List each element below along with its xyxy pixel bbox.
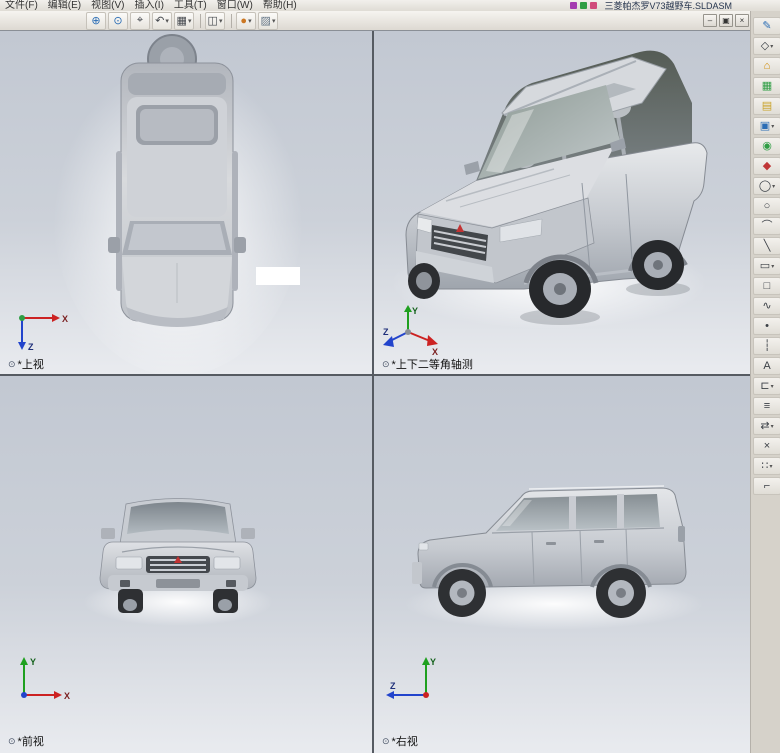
- menu-item-4[interactable]: 工具(T): [169, 0, 212, 11]
- dropdown-arrow-icon[interactable]: ▾: [165, 17, 169, 25]
- view-toolbar: ⊕ ⊙ ⌖ ↶ ▾ ▦ ▾ ◫ ▾ ● ▾ ▨ ▾: [0, 11, 750, 31]
- axis-label-y: Y: [430, 657, 436, 667]
- minimize-button[interactable]: –: [703, 14, 717, 27]
- view-camera-icon: ⊙: [382, 735, 390, 746]
- axis-label-z: Z: [390, 681, 396, 691]
- linear-pattern-icon[interactable]: ∷ ▾: [753, 457, 780, 475]
- menubar-mini-icon-2[interactable]: [580, 2, 588, 9]
- circle-icon[interactable]: ○: [753, 197, 780, 215]
- mirror-entities-icon[interactable]: ⇄ ▾: [753, 417, 780, 435]
- menu-items: 文件(F) 编辑(E) 视图(V) 插入(I) 工具(T) 窗口(W) 帮助(H): [0, 0, 302, 11]
- dropdown-arrow-icon[interactable]: ▾: [219, 17, 223, 25]
- sketch-tools-sidebar: ✎ ◇ ▾ ⌂ ▦ ▤ ▣ ▾ ◉ ◆ ◯ ▾ ○ ⌒ ╲ ▭ ▾ □ ∿ • ┆ A ⊏ ▾ ≡ ⇄ ▾ × ∷ ▾ ⌐: [750, 11, 780, 753]
- axis-label-x: X: [62, 314, 68, 324]
- polygon-icon[interactable]: □: [753, 277, 780, 295]
- globe-icon[interactable]: ◉: [753, 137, 780, 155]
- ellipse-icon[interactable]: ◯ ▾: [753, 177, 780, 195]
- viewport-icon[interactable]: ▣ ▾: [753, 117, 780, 135]
- dropdown-arrow-icon[interactable]: ▾: [771, 263, 774, 270]
- dropdown-arrow-icon[interactable]: ▾: [770, 43, 773, 50]
- menu-item-3[interactable]: 插入(I): [129, 0, 168, 11]
- text-icon[interactable]: A: [753, 357, 780, 375]
- orientation-triad: X Z: [18, 314, 68, 352]
- toolbar-separator: [231, 13, 232, 28]
- view-camera-icon: ⊙: [8, 358, 16, 369]
- viewport-splitter-horizontal[interactable]: [0, 374, 750, 376]
- view-name: *前视: [17, 736, 44, 748]
- viewport-splitter-vertical[interactable]: [372, 31, 374, 753]
- standard-views-icon[interactable]: ⌂: [753, 57, 780, 75]
- line-icon[interactable]: ╲: [753, 237, 780, 255]
- view-name: *右视: [391, 736, 418, 748]
- trim-entities-icon[interactable]: ×: [753, 437, 780, 455]
- dropdown-arrow-icon[interactable]: ▾: [769, 463, 772, 470]
- zoom-fit-icon[interactable]: ⊙: [108, 11, 128, 30]
- sketch-icon[interactable]: ✎: [753, 17, 780, 35]
- zoom-in-icon[interactable]: ⊕: [86, 11, 106, 30]
- viewport-top-view[interactable]: X Z ⊙ *上视: [0, 31, 372, 374]
- menu-item-6[interactable]: 帮助(H): [258, 0, 302, 11]
- appearance-icon[interactable]: ● ▾: [236, 11, 256, 30]
- orientation-triad: Y X: [20, 657, 70, 701]
- solidworks-window: 文件(F) 编辑(E) 视图(V) 插入(I) 工具(T) 窗口(W) 帮助(H) 三菱帕杰…: [0, 0, 780, 753]
- menubar-right-cluster: 三菱帕杰罗V73越野车.SLDASM: [570, 1, 732, 11]
- axis-label-y: Y: [30, 657, 36, 667]
- markup-icon[interactable]: ◆: [753, 157, 780, 175]
- axis-label-x: X: [432, 347, 438, 356]
- rectangle-icon[interactable]: ▭ ▾: [753, 257, 780, 275]
- orientation-triad: Y Z: [386, 657, 436, 699]
- dropdown-arrow-icon[interactable]: ▾: [272, 17, 276, 25]
- fillet-icon[interactable]: ⌐: [753, 477, 780, 495]
- view-camera-icon: ⊙: [8, 735, 16, 746]
- grid-system-icon[interactable]: ▦: [753, 77, 780, 95]
- dropdown-arrow-icon[interactable]: ▾: [248, 17, 252, 25]
- convert-entities-icon[interactable]: ⊏ ▾: [753, 377, 780, 395]
- axis-label-z: Z: [28, 342, 34, 352]
- smart-dimension-icon[interactable]: ◇ ▾: [753, 37, 780, 55]
- axis-label-y: Y: [412, 306, 418, 316]
- offset-entities-icon[interactable]: ≡: [753, 397, 780, 415]
- spline-icon[interactable]: ∿: [753, 297, 780, 315]
- restore-button[interactable]: ▣: [719, 14, 733, 27]
- view-label: ⊙ *右视: [382, 733, 418, 749]
- point-icon[interactable]: •: [753, 317, 780, 335]
- scene-icon[interactable]: ▨ ▾: [258, 11, 278, 30]
- menu-item-1[interactable]: 编辑(E): [43, 0, 86, 11]
- dropdown-arrow-icon[interactable]: ▾: [771, 123, 774, 130]
- arc-icon[interactable]: ⌒: [753, 217, 780, 235]
- menu-item-2[interactable]: 视图(V): [86, 0, 129, 11]
- toolbar-separator: [200, 13, 201, 28]
- axis-label-z: Z: [383, 327, 389, 337]
- toolbar-icons: ⊕ ⊙ ⌖ ↶ ▾ ▦ ▾ ◫ ▾ ● ▾ ▨ ▾: [86, 11, 280, 30]
- dropdown-arrow-icon[interactable]: ▾: [771, 423, 774, 430]
- window-controls: – ▣ ×: [703, 14, 749, 27]
- viewport-layout-icon[interactable]: ▦ ▾: [174, 11, 194, 30]
- centerline-icon[interactable]: ┆: [753, 337, 780, 355]
- viewport-right-view[interactable]: Y Z ⊙ *右视: [374, 376, 750, 753]
- display-style-icon[interactable]: ◫ ▾: [205, 11, 225, 30]
- view-label: ⊙ *上下二等角轴测: [382, 356, 473, 372]
- open-folder-icon[interactable]: ▤: [753, 97, 780, 115]
- viewport-isometric-view[interactable]: Y X Z ⊙ *上下二等角轴测: [374, 31, 750, 374]
- axis-label-x: X: [64, 691, 70, 701]
- view-label: ⊙ *前视: [8, 733, 44, 749]
- view-label: ⊙ *上视: [8, 356, 44, 372]
- zoom-area-icon[interactable]: ⌖: [130, 11, 150, 30]
- graphics-area: X Z ⊙ *上视 Y X Z ⊙ *上下二等角轴测 Y X ⊙ *前视 Y Z…: [0, 31, 750, 753]
- view-name: *上视: [17, 359, 44, 371]
- menubar-mini-icon-1[interactable]: [570, 2, 578, 9]
- document-title: 三菱帕杰罗V73越野车.SLDASM: [604, 0, 732, 11]
- close-button[interactable]: ×: [735, 14, 749, 27]
- dropdown-arrow-icon[interactable]: ▾: [771, 383, 774, 390]
- menu-item-0[interactable]: 文件(F): [0, 0, 43, 11]
- menu-item-5[interactable]: 窗口(W): [212, 0, 258, 11]
- menubar-mini-icon-3[interactable]: [590, 2, 598, 9]
- view-camera-icon: ⊙: [382, 358, 390, 369]
- viewport-front-view[interactable]: Y X ⊙ *前视: [0, 376, 372, 753]
- dropdown-arrow-icon[interactable]: ▾: [188, 17, 192, 25]
- previous-view-icon[interactable]: ↶ ▾: [152, 11, 172, 30]
- dropdown-arrow-icon[interactable]: ▾: [772, 183, 775, 190]
- orientation-triad: Y X Z: [383, 305, 438, 356]
- view-name: *上下二等角轴测: [391, 359, 473, 371]
